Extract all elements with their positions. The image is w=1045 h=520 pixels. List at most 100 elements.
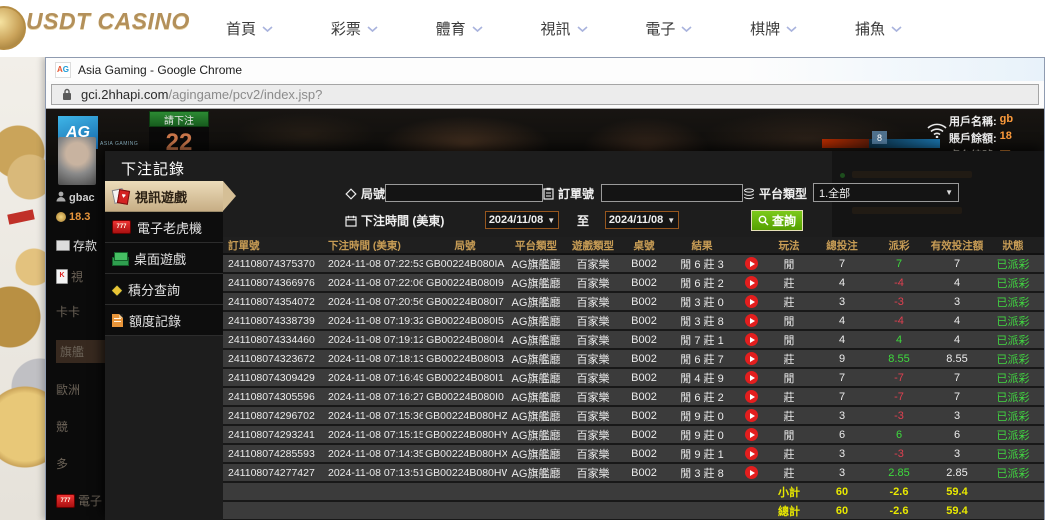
nav-item-chess[interactable]: 棋牌	[750, 18, 797, 39]
table-cell: 2024-11-08 07:16:27	[323, 391, 423, 403]
calendar-icon	[345, 215, 357, 227]
site-logo[interactable]: USDT CASINO	[0, 8, 190, 35]
table-cell: 2024-11-08 07:18:13	[323, 353, 423, 365]
table-cell: 閒 9 莊 0	[667, 427, 737, 443]
table-cell: B002	[621, 391, 667, 403]
replay-button-icon[interactable]	[745, 428, 758, 441]
user-info-value: 18	[1000, 130, 1012, 146]
table-cell: 3	[927, 448, 987, 460]
table-cell: 閒 9 莊 0	[667, 408, 737, 424]
nav-item-fishing[interactable]: 捕魚	[855, 18, 902, 39]
replay-button-icon[interactable]	[745, 257, 758, 270]
menu-item-table-games[interactable]: 桌面遊戲	[105, 243, 223, 274]
table-cell: AG旗艦廳	[507, 313, 565, 329]
search-button[interactable]: 查詢	[751, 210, 803, 231]
bet-time-label: 下注時間 (美東)	[345, 212, 444, 229]
table-row: 2411080742967022024-11-08 07:15:36GB0022…	[223, 407, 1044, 426]
menu-item-points-inquiry[interactable]: ◆積分查詢	[105, 274, 223, 305]
background-promo-image: E	[0, 57, 45, 520]
site-header: USDT CASINO 首頁 彩票 體育 視訊 電子 棋牌 捕魚	[0, 0, 1045, 57]
card-icon: K	[56, 269, 68, 284]
menu-item-video-games[interactable]: ♥視訊遊戲	[105, 181, 223, 212]
table-cell: GB00224B080I3	[423, 353, 507, 365]
replay-button-icon[interactable]	[745, 390, 758, 403]
table-cell: 莊	[765, 408, 813, 424]
menu-item-slot-machines[interactable]: 777電子老虎機	[105, 212, 223, 243]
column-header: 遊戲類型	[565, 238, 621, 253]
nav-item-home[interactable]: 首頁	[226, 18, 273, 39]
table-cell: 3	[927, 296, 987, 308]
table-cell: AG旗艦廳	[507, 389, 565, 405]
platform-list-icon	[743, 188, 755, 200]
window-titlebar[interactable]: AG Asia Gaming - Google Chrome	[46, 58, 1044, 81]
nav-item-video[interactable]: 視訊	[540, 18, 587, 39]
lock-icon	[62, 88, 72, 101]
table-cell: AG旗艦廳	[507, 332, 565, 348]
order-number-input[interactable]	[601, 184, 743, 202]
nav-item-label: 彩票	[331, 18, 361, 39]
table-cell: 百家樂	[565, 446, 621, 462]
nav-item-label: 電子	[645, 18, 675, 39]
table-cell: 241108074366976	[223, 277, 323, 289]
date-from-picker[interactable]: 2024/11/08 ▼	[485, 211, 559, 229]
table-cell: -3	[871, 296, 927, 308]
platform-type-select[interactable]: 1.全部 ▼	[813, 183, 959, 202]
round-number-input[interactable]	[385, 184, 543, 202]
table-cell: GB00224B080I5	[423, 315, 507, 327]
table-cell: 閒 6 莊 2	[667, 389, 737, 405]
replay-button-icon[interactable]	[745, 466, 758, 479]
replay-button-icon[interactable]	[745, 295, 758, 308]
replay-button-icon[interactable]	[745, 314, 758, 327]
table-cell	[737, 447, 765, 460]
table-cell: AG旗艦廳	[507, 275, 565, 291]
avatar	[58, 137, 96, 185]
table-cell: B002	[621, 353, 667, 365]
user-info-row: 用戶名稱:gb	[949, 113, 1013, 129]
nav-item-lottery[interactable]: 彩票	[331, 18, 378, 39]
replay-button-icon[interactable]	[745, 447, 758, 460]
date-to-picker[interactable]: 2024/11/08 ▼	[605, 211, 679, 229]
game-sidebar: gbac18.3存款K視卡卡旗艦歐洲競多777電子捕	[56, 137, 105, 520]
table-cell: B002	[621, 467, 667, 479]
replay-button-icon[interactable]	[745, 409, 758, 422]
table-cell: GB00224B080HX	[423, 448, 507, 460]
replay-button-icon[interactable]	[745, 333, 758, 346]
replay-button-icon[interactable]	[745, 352, 758, 365]
table-cell: 7	[813, 391, 871, 403]
replay-button-icon[interactable]	[745, 371, 758, 384]
asia-gaming-favicon: AG	[55, 62, 71, 78]
chevron-down-icon	[367, 20, 378, 37]
grand-total-row: 總計60-2.659.4	[223, 502, 1044, 520]
calendar-caret-icon: ▼	[667, 216, 675, 225]
menu-item-label: 桌面遊戲	[134, 249, 186, 268]
table-cell: 百家樂	[565, 408, 621, 424]
money-stack-icon	[112, 252, 128, 265]
chevron-down-icon	[262, 20, 273, 37]
column-header: 有效投注額	[927, 238, 987, 253]
table-cell: -7	[871, 372, 927, 384]
column-header: 訂單號	[223, 238, 323, 253]
table-cell: 2024-11-08 07:22:53	[323, 258, 423, 270]
table-cell: GB00224B080I0	[423, 391, 507, 403]
table-cell: 6	[813, 429, 871, 441]
round-filter-label: 局號	[345, 185, 385, 202]
nav-item-sports[interactable]: 體育	[436, 18, 483, 39]
table-cell: 9	[813, 353, 871, 365]
table-cell: 莊	[765, 351, 813, 367]
table-cell	[737, 390, 765, 403]
table-cell: 百家樂	[565, 275, 621, 291]
bet-ratio-bar: 8	[822, 139, 940, 148]
table-row: 2411080743753702024-11-08 07:22:53GB0022…	[223, 255, 1044, 274]
table-row: 2411080743236722024-11-08 07:18:13GB0022…	[223, 350, 1044, 369]
address-bar[interactable]: gci.2hhapi.com/agingame/pcv2/index.jsp?	[51, 84, 1039, 105]
table-cell: 3	[813, 448, 871, 460]
table-row: 2411080743540722024-11-08 07:20:56GB0022…	[223, 293, 1044, 312]
replay-button-icon[interactable]	[745, 276, 758, 289]
menu-item-label: 額度記錄	[129, 311, 181, 330]
table-cell: 2024-11-08 07:13:51	[323, 467, 423, 479]
table-cell: 莊	[765, 294, 813, 310]
calendar-caret-icon: ▼	[547, 216, 555, 225]
nav-item-electronic[interactable]: 電子	[645, 18, 692, 39]
menu-item-quota-records[interactable]: 額度記錄	[105, 305, 223, 336]
game-sidebar-label: 多	[56, 455, 68, 472]
